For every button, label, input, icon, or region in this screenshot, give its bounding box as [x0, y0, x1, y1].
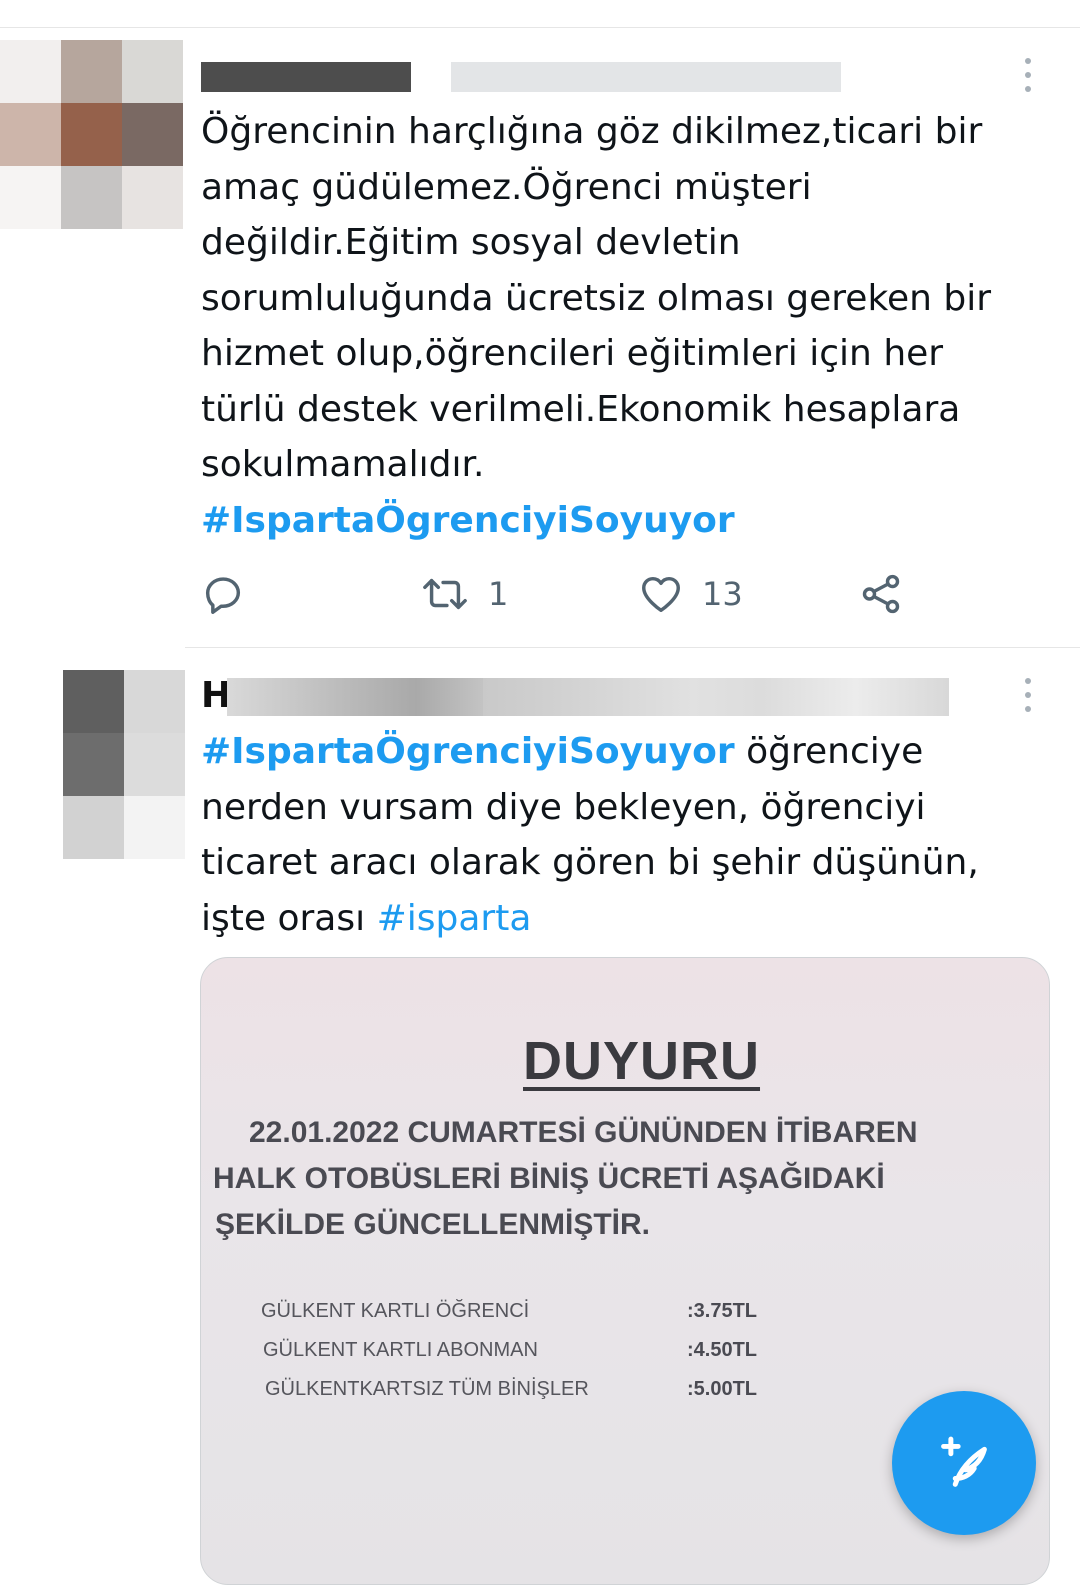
- reply-button[interactable]: [200, 568, 246, 620]
- heart-icon: [638, 571, 684, 617]
- tweet1-author-row[interactable]: [201, 54, 841, 94]
- fare-label: GÜLKENTKARTSIZ TÜM BİNİŞLER: [265, 1378, 589, 1400]
- like-button[interactable]: 13: [638, 568, 743, 620]
- tweet1-line: sokulmamalıdır.: [201, 444, 485, 485]
- reply-icon: [200, 571, 246, 617]
- redacted-handle: [451, 62, 841, 92]
- retweet-button[interactable]: 1: [420, 568, 508, 620]
- tweet2-text-segment: işte orası: [201, 897, 377, 939]
- tweet-divider: [185, 647, 1080, 648]
- tweet1-line: amaç güdülemez.Öğrenci müşteri: [201, 166, 812, 208]
- tweet2-text: #IspartaÖgrenciyiSoyuyor öğrenciye nerde…: [201, 724, 1031, 946]
- tweet1-line: hizmet olup,öğrencileri eğitimleri için …: [201, 333, 944, 374]
- notice-line: ŞEKİLDE GÜNCELLENMİŞTİR.: [215, 1208, 651, 1241]
- fare-label: GÜLKENT KARTLI ÖĞRENCİ: [261, 1300, 530, 1322]
- hashtag-link[interactable]: #isparta: [377, 898, 532, 939]
- hashtag-link[interactable]: #IspartaÖgrenciyiSoyuyor: [201, 500, 735, 541]
- redacted-name: [201, 62, 411, 92]
- fare-label: GÜLKENT KARTLI ABONMAN: [263, 1339, 538, 1361]
- compose-tweet-icon: [929, 1426, 999, 1500]
- tweet1-actions: 1 13: [200, 568, 920, 620]
- tweet1-line: türlü destek verilmeli.Ekonomik hesaplar…: [201, 388, 961, 430]
- tweet2-text-segment: öğrenciye: [734, 731, 924, 772]
- compose-tweet-button[interactable]: [892, 1391, 1036, 1535]
- like-count: 13: [702, 575, 743, 613]
- tweet1-line: sorumluluğunda ücretsiz olması gereken b…: [201, 277, 992, 319]
- avatar[interactable]: [63, 670, 185, 860]
- notice-line: HALK OTOBÜSLERİ BİNİŞ ÜCRETİ AŞAĞIDAKİ: [213, 1162, 885, 1195]
- redacted-handle: [483, 678, 949, 716]
- retweet-icon: [420, 571, 470, 617]
- share-button[interactable]: [858, 568, 904, 620]
- redacted-name: [227, 678, 497, 716]
- more-icon[interactable]: [1018, 58, 1038, 92]
- hashtag-link[interactable]: #IspartaÖgrenciyiSoyuyor: [201, 731, 735, 772]
- tweet2-line: ticaret aracı olarak gören bi şehir düşü…: [201, 842, 979, 883]
- more-icon[interactable]: [1018, 678, 1038, 712]
- fare-value: :5.00TL: [687, 1378, 758, 1400]
- share-icon: [858, 571, 904, 617]
- notice-title: DUYURU: [523, 1031, 761, 1091]
- notice-line: 22.01.2022 CUMARTESİ GÜNÜNDEN İTİBAREN: [249, 1116, 918, 1149]
- top-divider: [0, 27, 1080, 28]
- fare-value: :4.50TL: [687, 1339, 758, 1361]
- retweet-count: 1: [488, 575, 509, 613]
- tweet1-line: Öğrencinin harçlığına göz dikilmez,ticar…: [201, 111, 983, 152]
- tweet1-text: Öğrencinin harçlığına göz dikilmez,ticar…: [201, 104, 1031, 548]
- avatar[interactable]: [0, 40, 183, 230]
- tweet2-line: nerden vursam diye bekleyen, öğrenciyi: [201, 786, 926, 828]
- tweet1-line: değildir.Eğitim sosyal devletin: [201, 222, 741, 263]
- tweet2-author-row[interactable]: H: [201, 676, 951, 716]
- fare-value: :3.75TL: [687, 1300, 758, 1322]
